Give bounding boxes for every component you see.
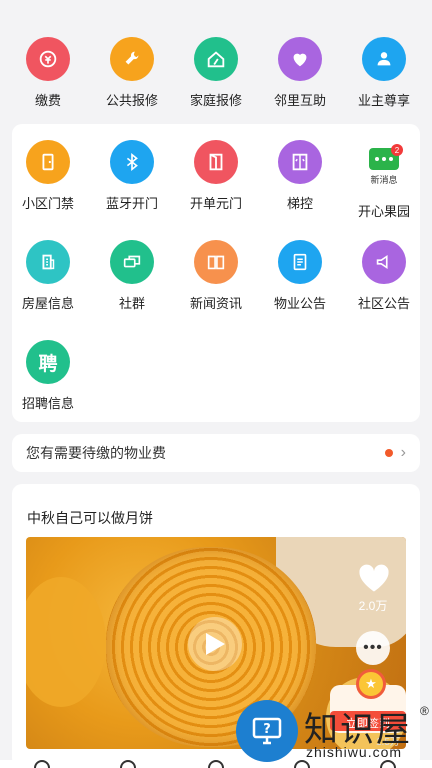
- star-medal-icon: ★: [356, 669, 386, 699]
- news-entry[interactable]: 新闻资讯: [174, 240, 258, 312]
- svg-text:?: ?: [263, 722, 271, 737]
- unit-door-entry[interactable]: 开单元门: [174, 140, 258, 212]
- bluetooth-open-label: 蓝牙开门: [105, 196, 158, 211]
- message-icon: 2: [369, 144, 403, 170]
- heart-icon: [278, 37, 322, 81]
- owner-vip-entry[interactable]: 业主尊享: [342, 37, 426, 109]
- neighbor-help-entry[interactable]: 邻里互助: [258, 37, 342, 109]
- payment-icon: [26, 37, 70, 81]
- home-repair-entry[interactable]: 家庭报修: [174, 37, 258, 109]
- new-message-caption: 新消息: [370, 175, 398, 185]
- property-notice-entry[interactable]: 物业公告: [258, 240, 342, 312]
- bluetooth-icon: [110, 140, 154, 184]
- payment-label: 缴费: [34, 93, 61, 108]
- payment-entry[interactable]: 缴费: [6, 37, 90, 109]
- community-group-label: 社群: [118, 296, 145, 311]
- recruitment-label: 招聘信息: [21, 396, 74, 411]
- like-heart-icon[interactable]: [356, 561, 392, 593]
- chevron-right-icon: ›: [400, 444, 406, 461]
- new-count-badge: 2: [391, 144, 403, 156]
- elevator-entry[interactable]: 梯控: [258, 140, 342, 212]
- pending-fee-notice[interactable]: 您有需要待缴的物业费 ›: [12, 434, 420, 472]
- building-icon: [26, 240, 70, 284]
- watermark-url: zhishiwu.com: [306, 744, 403, 760]
- house-info-entry[interactable]: 房屋信息: [6, 240, 90, 312]
- unread-dot-icon: [384, 449, 393, 457]
- vip-user-icon: [362, 37, 406, 81]
- door-icon: [26, 140, 70, 184]
- recruitment-entry[interactable]: 聘 招聘信息: [6, 340, 90, 412]
- bluetooth-open-entry[interactable]: 蓝牙开门: [90, 140, 174, 212]
- play-icon: [206, 633, 225, 655]
- neighbor-help-label: 邻里互助: [273, 93, 326, 108]
- community-notice-entry[interactable]: 社区公告: [342, 240, 426, 312]
- background-mooncake-left: [26, 577, 106, 707]
- public-repair-label: 公共报修: [105, 93, 158, 108]
- notice-text: 您有需要待缴的物业费: [26, 445, 166, 461]
- unit-door-label: 开单元门: [189, 196, 242, 211]
- community-group-entry[interactable]: 社群: [90, 240, 174, 312]
- feed-title[interactable]: 中秋自己可以做月饼: [27, 508, 153, 528]
- house-info-label: 房屋信息: [21, 296, 74, 311]
- chat-group-icon: [110, 240, 154, 284]
- comment-icon[interactable]: •••: [356, 631, 390, 665]
- wrench-icon: [110, 37, 154, 81]
- community-notice-label: 社区公告: [357, 296, 410, 311]
- orchard-icon-wrap: 2 新消息: [342, 144, 426, 192]
- home-repair-icon: [194, 37, 238, 81]
- speaker-icon: [362, 240, 406, 284]
- book-icon: [194, 240, 238, 284]
- play-button[interactable]: [188, 617, 242, 671]
- services-card: 小区门禁 蓝牙开门 开单元门 梯控 2 新消息 开心果园 房屋信息 社群 新闻资…: [12, 124, 420, 422]
- like-count: 2.0万: [358, 599, 388, 613]
- registered-mark: ®: [420, 704, 429, 718]
- watermark: ? 知识屋 ® zhishiwu.com: [236, 700, 432, 768]
- elevator-icon: [278, 140, 322, 184]
- quick-access-row: 缴费 公共报修 家庭报修 邻里互助 业主尊享: [0, 0, 432, 118]
- home-repair-label: 家庭报修: [189, 93, 242, 108]
- public-repair-entry[interactable]: 公共报修: [90, 37, 174, 109]
- property-notice-label: 物业公告: [273, 296, 326, 311]
- recruit-icon: 聘: [26, 340, 70, 384]
- news-label: 新闻资讯: [189, 296, 242, 311]
- unit-door-icon: [194, 140, 238, 184]
- community-gate-label: 小区门禁: [21, 196, 74, 211]
- help-monitor-icon: ?: [236, 700, 298, 762]
- elevator-label: 梯控: [286, 196, 313, 211]
- happy-orchard-entry[interactable]: 2 新消息 开心果园: [342, 140, 426, 220]
- community-gate-entry[interactable]: 小区门禁: [6, 140, 90, 212]
- happy-orchard-label: 开心果园: [357, 204, 410, 219]
- document-icon: [278, 240, 322, 284]
- owner-vip-label: 业主尊享: [357, 93, 410, 108]
